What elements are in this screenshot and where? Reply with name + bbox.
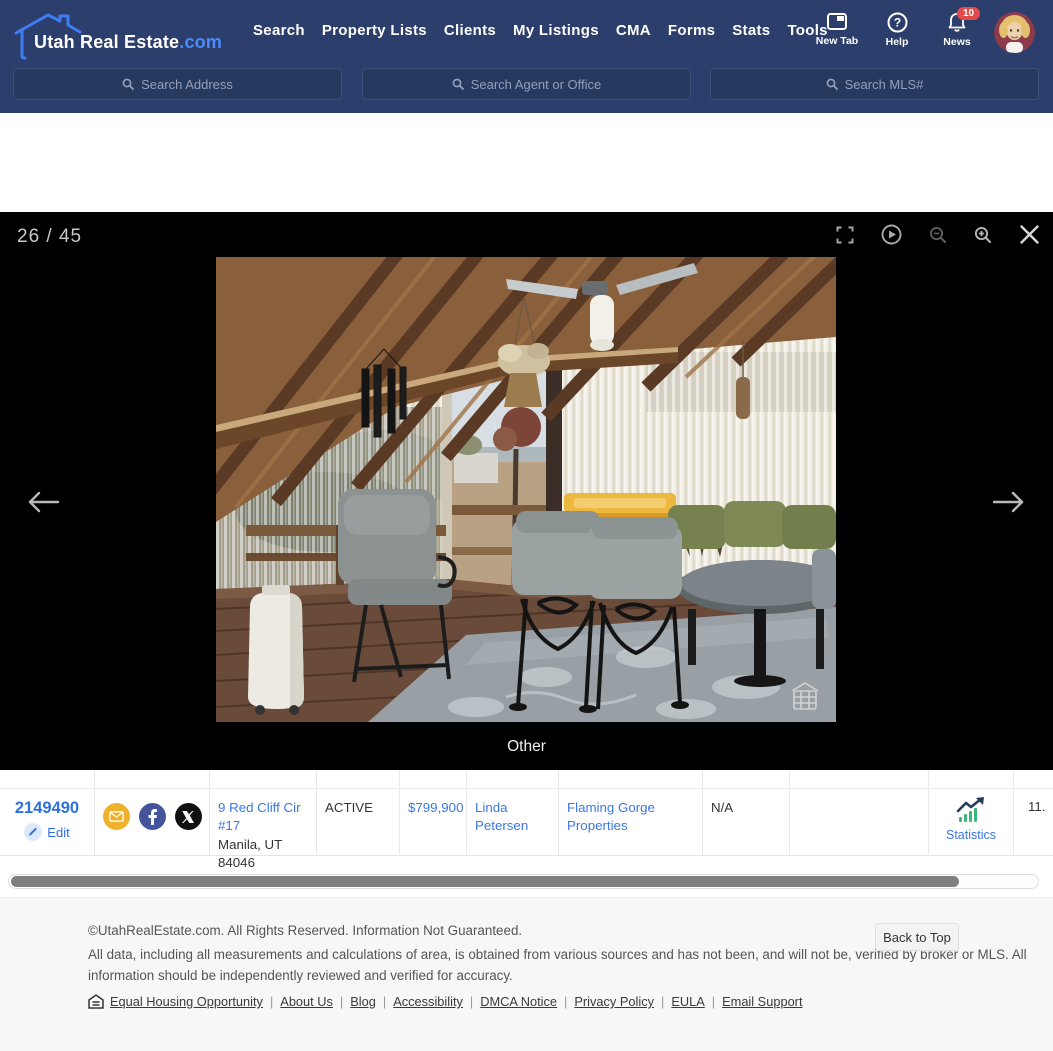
page: Utah Real Estate.com Search Property Lis…	[0, 0, 1053, 1051]
mls-cell: 2149490 Edit	[0, 790, 95, 856]
email-icon	[109, 811, 124, 822]
x-share-button[interactable]	[175, 803, 202, 830]
table-header-strip	[0, 770, 1053, 789]
page-footer: ©UtahRealEstate.com. All Rights Reserved…	[0, 897, 1053, 1051]
new-tab-icon	[826, 12, 848, 32]
statistics-icon	[956, 797, 986, 823]
facebook-icon	[148, 809, 157, 825]
agent-link[interactable]: Linda Petersen	[475, 800, 528, 833]
milk-can	[248, 585, 304, 715]
nav-item-property-lists[interactable]: Property Lists	[322, 22, 427, 39]
address-link[interactable]: 9 Red Cliff Cir #17	[218, 799, 310, 836]
main-nav: Search Property Lists Clients My Listing…	[253, 22, 828, 39]
link-email-support[interactable]: Email Support	[722, 994, 802, 1009]
avatar-image	[994, 12, 1035, 53]
slideshow-play-icon[interactable]	[881, 224, 902, 245]
photo-caption: Other	[0, 738, 1053, 756]
link-blog[interactable]: Blog	[350, 994, 376, 1009]
site-logo[interactable]: Utah Real Estate.com	[14, 14, 204, 58]
na-cell: N/A	[703, 790, 790, 856]
previous-photo-arrow[interactable]	[24, 488, 62, 521]
horizontal-scrollbar-track[interactable]	[8, 874, 1039, 889]
photo-lightbox: 26 / 45	[0, 212, 1053, 770]
news-badge: 10	[957, 7, 980, 20]
agent-cell: Linda Petersen	[467, 790, 559, 856]
top-navbar: Utah Real Estate.com Search Property Lis…	[0, 0, 1053, 113]
disclaimer-text: All data, including all measurements and…	[88, 945, 1040, 987]
search-row: Search Address Search Agent or Office Se…	[0, 68, 1053, 100]
link-accessibility[interactable]: Accessibility	[393, 994, 463, 1009]
logo-text: Utah Real Estate.com	[34, 32, 222, 53]
next-photo-arrow[interactable]	[990, 488, 1028, 521]
nav-item-cma[interactable]: CMA	[616, 22, 651, 39]
nav-item-stats[interactable]: Stats	[732, 22, 770, 39]
statistics-button[interactable]: Statistics	[929, 790, 1014, 856]
mls-number-link[interactable]: 2149490	[0, 799, 94, 818]
office-link[interactable]: Flaming Gorge Properties	[567, 800, 655, 833]
email-share-button[interactable]	[103, 803, 130, 830]
new-tab-button[interactable]: New Tab	[814, 12, 860, 47]
listing-table-row: 2149490 Edit 9 Red Cliff Cir #17 Manila,…	[0, 790, 1053, 856]
fullscreen-icon[interactable]	[836, 226, 854, 244]
share-cell	[95, 790, 210, 856]
office-cell: Flaming Gorge Properties	[559, 790, 703, 856]
edit-pencil-icon	[24, 823, 42, 841]
user-avatar[interactable]	[994, 12, 1035, 53]
edit-button[interactable]: Edit	[24, 823, 69, 841]
copyright-text: ©UtahRealEstate.com. All Rights Reserved…	[88, 923, 522, 938]
nav-actions: New Tab ? Help 10 News	[814, 12, 1035, 53]
nav-item-search[interactable]: Search	[253, 22, 305, 39]
link-about-us[interactable]: About Us	[280, 994, 333, 1009]
photo-counter: 26 / 45	[17, 226, 82, 248]
link-privacy[interactable]: Privacy Policy	[574, 994, 654, 1009]
status-cell: ACTIVE	[317, 790, 400, 856]
search-icon	[122, 78, 134, 90]
nav-item-my-listings[interactable]: My Listings	[513, 22, 599, 39]
search-mls-input[interactable]: Search MLS#	[710, 68, 1039, 100]
link-dmca[interactable]: DMCA Notice	[480, 994, 557, 1009]
search-agent-office-input[interactable]: Search Agent or Office	[362, 68, 691, 100]
help-icon: ?	[887, 12, 908, 33]
search-icon	[826, 78, 838, 90]
listing-photo	[216, 257, 836, 722]
equal-housing-icon	[88, 994, 104, 1009]
help-button[interactable]: ? Help	[874, 12, 920, 48]
news-button[interactable]: 10 News	[934, 12, 980, 48]
empty-cell	[790, 790, 929, 856]
svg-text:?: ?	[893, 16, 900, 30]
price-link[interactable]: $799,900	[408, 800, 463, 815]
horizontal-scrollbar-thumb[interactable]	[11, 876, 959, 887]
search-icon	[452, 78, 464, 90]
footer-links: Equal Housing Opportunity| About Us| Blo…	[88, 994, 803, 1009]
search-address-input[interactable]: Search Address	[13, 68, 342, 100]
truncated-cell: 11.	[1014, 790, 1053, 856]
zoom-out-icon[interactable]	[929, 226, 947, 244]
nav-item-forms[interactable]: Forms	[668, 22, 715, 39]
nav-item-clients[interactable]: Clients	[444, 22, 496, 39]
address-city: Manila, UT 84046	[218, 836, 310, 873]
price-cell: $799,900	[400, 790, 467, 856]
link-equal-housing[interactable]: Equal Housing Opportunity	[110, 994, 263, 1009]
lightbox-toolbar	[836, 224, 1040, 245]
close-icon[interactable]	[1019, 224, 1040, 245]
back-to-top-button[interactable]: Back to Top	[875, 923, 959, 951]
x-icon	[182, 811, 194, 823]
facebook-share-button[interactable]	[139, 803, 166, 830]
link-eula[interactable]: EULA	[671, 994, 704, 1009]
address-cell: 9 Red Cliff Cir #17 Manila, UT 84046	[210, 790, 317, 856]
zoom-in-icon[interactable]	[974, 226, 992, 244]
